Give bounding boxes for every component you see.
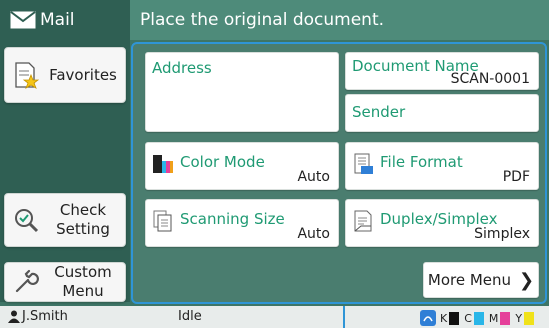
custom-label-line2: Menu xyxy=(62,282,104,300)
file-format-label: File Format xyxy=(380,153,463,171)
color-mode-icon xyxy=(153,155,173,173)
check-setting-label: Check Setting xyxy=(41,201,125,239)
user-icon xyxy=(8,310,20,323)
settings-panel: Address Document Name SCAN-0001 Sender C… xyxy=(131,42,547,304)
custom-menu-button[interactable]: Custom Menu xyxy=(4,262,126,302)
ink-levels: K C M Y xyxy=(420,310,539,326)
file-format-tile[interactable]: File Format PDF xyxy=(345,142,539,190)
favorites-icon xyxy=(11,60,41,90)
more-menu-label: More Menu xyxy=(427,271,512,289)
scan-to-mail-screen: Mail Place the original document. Favori… xyxy=(0,0,549,328)
user-name: J.Smith xyxy=(22,309,68,324)
user-indicator: J.Smith xyxy=(8,309,68,324)
app-title-bar: Mail xyxy=(0,0,130,40)
document-name-value: SCAN-0001 xyxy=(450,71,530,87)
duplex-simplex-value: Simplex xyxy=(474,226,530,242)
color-mode-tile[interactable]: Color Mode Auto xyxy=(145,142,339,190)
duplex-simplex-icon xyxy=(354,210,372,232)
custom-label-line1: Custom xyxy=(54,263,112,282)
wrench-icon xyxy=(11,267,41,297)
ink-c-swatch xyxy=(473,311,484,325)
address-label: Address xyxy=(152,59,212,77)
ink-k-swatch xyxy=(449,311,460,325)
favorites-button[interactable]: Favorites xyxy=(4,47,126,103)
ink-k-label: K xyxy=(440,311,448,325)
file-format-value: PDF xyxy=(502,169,530,185)
chevron-right-icon: ❯ xyxy=(519,269,535,291)
sidebar: Favorites Check Setting Custom Menu xyxy=(0,40,130,302)
address-tile[interactable]: Address xyxy=(145,52,339,132)
favorites-label: Favorites xyxy=(49,65,117,84)
ink-m-swatch xyxy=(500,311,511,325)
scanning-size-label: Scanning Size xyxy=(180,210,285,228)
ink-y-swatch xyxy=(524,311,535,325)
status-bar: J.Smith Idle K C M Y xyxy=(0,306,549,328)
app-title: Mail xyxy=(40,10,75,30)
scanning-size-icon xyxy=(153,210,172,232)
sender-tile[interactable]: Sender xyxy=(345,94,539,132)
ink-m-label: M xyxy=(488,311,499,325)
envelope-icon xyxy=(10,11,36,29)
scanning-size-tile[interactable]: Scanning Size Auto xyxy=(145,199,339,247)
color-mode-value: Auto xyxy=(297,169,330,185)
document-name-tile[interactable]: Document Name SCAN-0001 xyxy=(345,52,539,90)
magnifier-check-icon xyxy=(11,205,41,235)
status-divider xyxy=(343,306,345,328)
ink-y-label: Y xyxy=(515,311,523,325)
check-label-line2: Setting xyxy=(56,220,110,238)
file-format-icon xyxy=(354,153,373,174)
color-mode-label: Color Mode xyxy=(180,153,265,171)
scanning-size-value: Auto xyxy=(297,226,330,242)
more-menu-button[interactable]: More Menu ❯ xyxy=(423,262,539,298)
instruction-message: Place the original document. xyxy=(130,0,549,40)
sender-label: Sender xyxy=(352,103,406,121)
ink-c-label: C xyxy=(464,311,472,325)
check-setting-button[interactable]: Check Setting xyxy=(4,193,126,247)
custom-menu-label: Custom Menu xyxy=(41,263,125,301)
check-label-line1: Check xyxy=(59,201,107,220)
network-icon xyxy=(420,310,436,326)
machine-status: Idle xyxy=(178,309,202,324)
duplex-simplex-tile[interactable]: Duplex/Simplex Simplex xyxy=(345,199,539,247)
